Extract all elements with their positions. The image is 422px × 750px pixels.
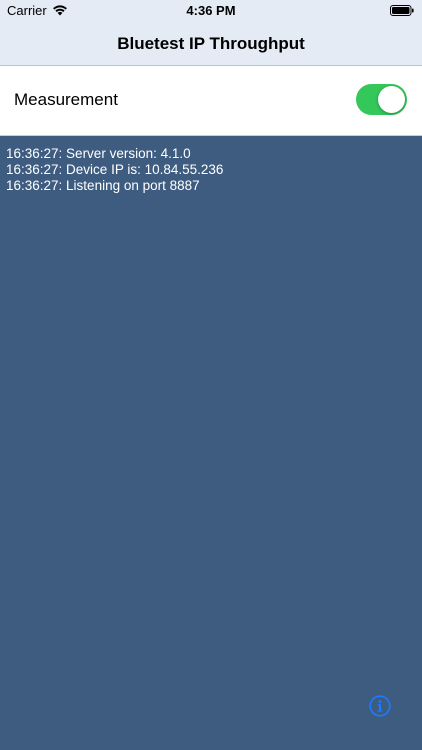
page-title: Bluetest IP Throughput [117,34,305,53]
log-line: 16:36:27: Device IP is: 10.84.55.236 [6,162,224,177]
log-line: 16:36:27: Listening on port 8887 [6,178,200,193]
measurement-toggle[interactable] [356,84,407,115]
app-screen: Carrier 4:36 PM Bluetest IP Throughput M… [0,0,422,750]
info-icon[interactable] [369,695,391,717]
status-time: 4:36 PM [186,3,236,18]
log-line: 16:36:27: Server version: 4.1.0 [6,146,191,161]
status-bar: Carrier 4:36 PM [0,0,422,22]
measurement-label: Measurement [14,90,118,109]
navigation-bar: Bluetest IP Throughput [0,22,422,66]
measurement-row: Measurement [0,66,422,136]
toggle-knob [378,86,405,113]
battery-icon [390,5,414,16]
log-output: 16:36:27: Server version: 4.1.0 16:36:27… [0,136,422,750]
